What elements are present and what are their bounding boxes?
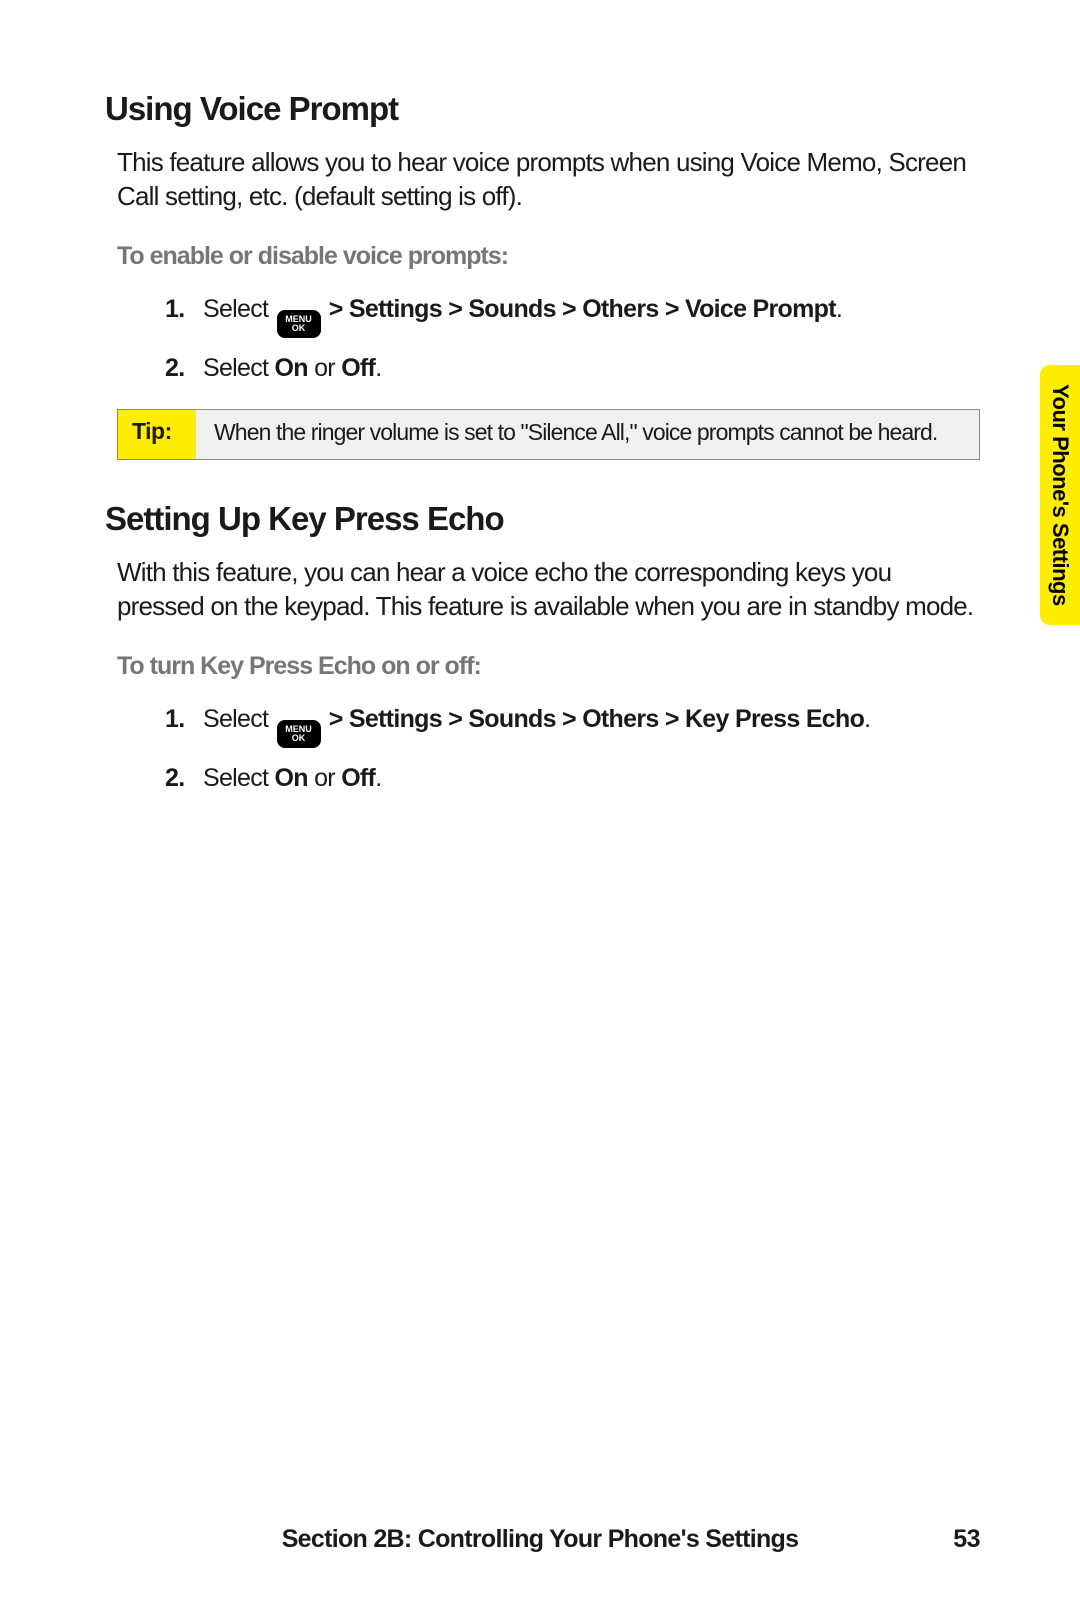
menu-ok-key-icon: MENUOK bbox=[277, 720, 321, 748]
tip-content: When the ringer volume is set to "Silenc… bbox=[196, 410, 979, 459]
step-path: > Settings > Sounds > Others > Key Press… bbox=[323, 705, 865, 733]
page-footer: Section 2B: Controlling Your Phone's Set… bbox=[0, 1525, 1080, 1554]
tip-label: Tip: bbox=[118, 410, 196, 459]
subhead-key-press-echo: To turn Key Press Echo on or off: bbox=[117, 652, 980, 681]
step-bold: Off bbox=[341, 764, 375, 792]
step-post: . bbox=[836, 295, 842, 323]
side-tab-label: Your Phone's Settings bbox=[1047, 384, 1073, 606]
step-item: 2. Select On or Off. bbox=[165, 762, 980, 796]
menu-ok-key-icon: MENUOK bbox=[277, 310, 321, 338]
footer-section-label: Section 2B: Controlling Your Phone's Set… bbox=[282, 1525, 799, 1553]
step-item: 1. Select MENUOK > Settings > Sounds > O… bbox=[165, 293, 980, 338]
step-number: 1. bbox=[165, 293, 184, 327]
step-path: > Settings > Sounds > Others > Voice Pro… bbox=[323, 295, 836, 323]
side-section-tab: Your Phone's Settings bbox=[1040, 365, 1080, 625]
step-item: 2. Select On or Off. bbox=[165, 352, 980, 386]
step-bold: On bbox=[275, 354, 308, 382]
step-pre: Select bbox=[203, 295, 275, 323]
step-post: . bbox=[375, 764, 381, 792]
step-pre: Select bbox=[203, 354, 275, 382]
step-item: 1. Select MENUOK > Settings > Sounds > O… bbox=[165, 703, 980, 748]
step-pre: Select bbox=[203, 705, 275, 733]
steps-key-press-echo: 1. Select MENUOK > Settings > Sounds > O… bbox=[165, 703, 980, 796]
step-bold: On bbox=[275, 764, 308, 792]
body-voice-prompt: This feature allows you to hear voice pr… bbox=[117, 146, 980, 214]
steps-voice-prompt: 1. Select MENUOK > Settings > Sounds > O… bbox=[165, 293, 980, 386]
tip-box: Tip: When the ringer volume is set to "S… bbox=[117, 409, 980, 460]
heading-voice-prompt: Using Voice Prompt bbox=[105, 90, 980, 128]
page-number: 53 bbox=[953, 1525, 980, 1554]
step-post: . bbox=[375, 354, 381, 382]
step-number: 2. bbox=[165, 762, 184, 796]
step-post: . bbox=[864, 705, 870, 733]
step-bold: Off bbox=[341, 354, 375, 382]
step-number: 1. bbox=[165, 703, 184, 737]
subhead-voice-prompt: To enable or disable voice prompts: bbox=[117, 242, 980, 271]
step-mid: or bbox=[308, 354, 341, 382]
page-content: Using Voice Prompt This feature allows y… bbox=[0, 0, 1080, 795]
body-key-press-echo: With this feature, you can hear a voice … bbox=[117, 556, 980, 624]
step-pre: Select bbox=[203, 764, 275, 792]
step-number: 2. bbox=[165, 352, 184, 386]
step-mid: or bbox=[308, 764, 341, 792]
heading-key-press-echo: Setting Up Key Press Echo bbox=[105, 500, 980, 538]
